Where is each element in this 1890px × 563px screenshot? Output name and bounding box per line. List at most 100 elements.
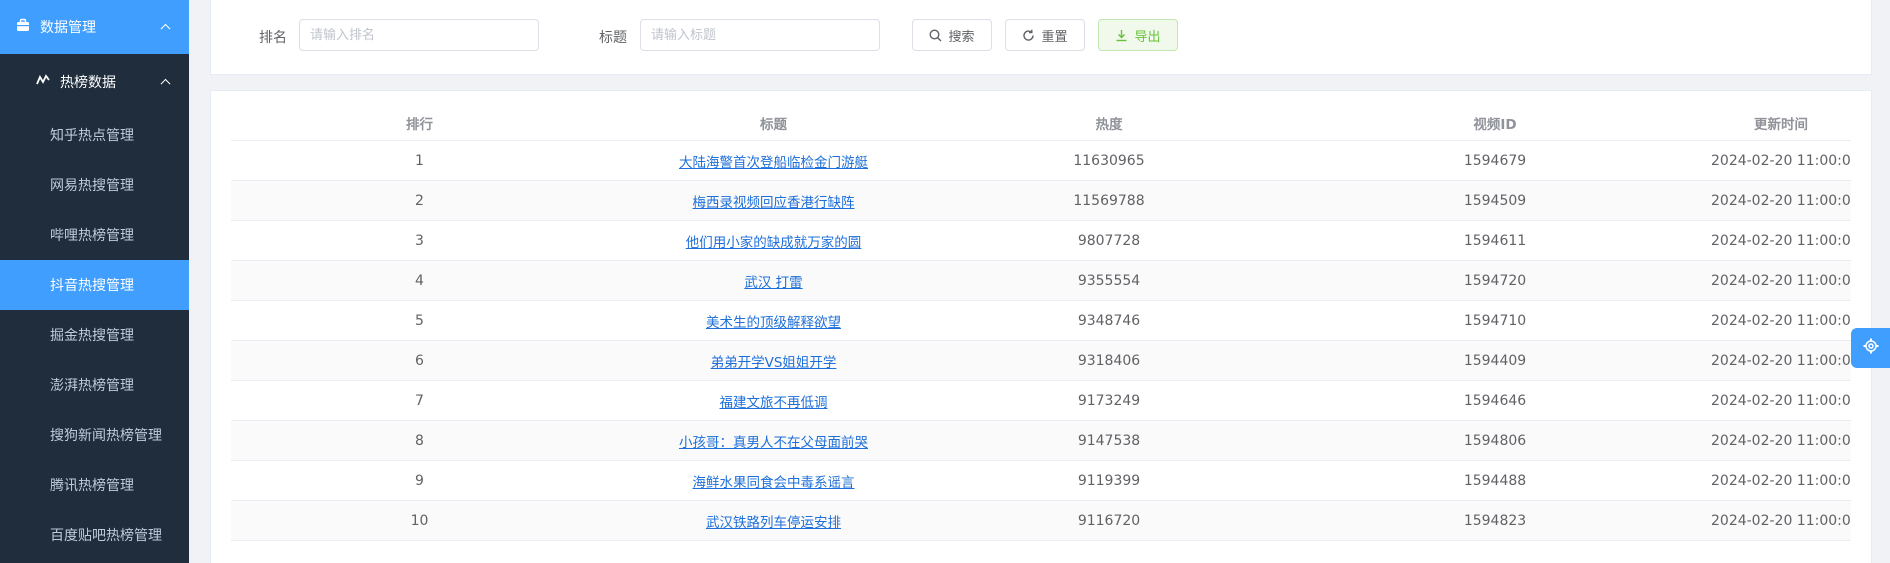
table-row: 6 弟弟开学VS姐姐开学 9318406 1594409 2024-02-20 11:0… [231, 341, 1851, 381]
cell-rank: 9 [415, 472, 424, 489]
data-table-card: 排行 标题 热度 视频ID 更新时间 1 大陆海警首次登船临检金门游艇 116309… [210, 90, 1872, 563]
sidebar-item[interactable]: 百度贴吧热榜管理 [0, 510, 189, 560]
title-link[interactable]: 小孩哥：真男人不在父母面前哭 [679, 435, 868, 451]
menu-data-management-label: 数据管理 [40, 20, 96, 36]
cell-update-time: 2024-02-20 11:00:01 [1711, 472, 1851, 489]
cell-rank: 8 [415, 432, 424, 449]
sidebar-item-label: 知乎热点管理 [50, 128, 134, 144]
cell-video-id: 1594823 [1463, 512, 1527, 529]
header-heat[interactable]: 热度 [939, 113, 1279, 133]
cell-video-id: 1594720 [1463, 272, 1527, 289]
sidebar-item[interactable]: 抖音热搜管理 [0, 260, 189, 310]
cell-video-id: 1594679 [1463, 152, 1527, 169]
table-row: 10 武汉铁路列车停运安排 9116720 1594823 2024-02-20 11:… [231, 501, 1851, 541]
table-row: 9 海鲜水果同食会中毒系谣言 9119399 1594488 2024-02-20 11… [231, 461, 1851, 501]
sidebar-item[interactable]: 腾讯热榜管理 [0, 460, 189, 510]
title-link[interactable]: 福建文旅不再低调 [720, 395, 828, 411]
gear-icon [1863, 338, 1879, 358]
sidebar-item-label: 抖音热搜管理 [50, 278, 134, 294]
cell-rank: 5 [415, 312, 424, 329]
cell-heat: 9147538 [1077, 432, 1141, 449]
submenu-hot-list[interactable]: 热榜数据 [0, 54, 189, 110]
cell-update-time: 2024-02-20 11:00:01 [1711, 432, 1851, 449]
cell-heat: 9807728 [1077, 232, 1141, 249]
search-form: 排名 标题 搜索 重置 导出 [210, 0, 1872, 75]
sidebar-item[interactable]: 知乎热点管理 [0, 110, 189, 160]
sidebar-item-label: 百度贴吧热榜管理 [50, 528, 162, 544]
header-video-id[interactable]: 视频ID [1279, 113, 1711, 133]
refresh-icon [1022, 29, 1035, 42]
cell-rank: 10 [410, 512, 429, 529]
cell-update-time: 2024-02-20 11:00:01 [1711, 392, 1851, 409]
cell-video-id: 1594806 [1463, 432, 1527, 449]
cell-heat: 11630965 [1073, 152, 1145, 169]
submenu-hot-list-label: 热榜数据 [60, 75, 116, 91]
cell-video-id: 1594509 [1463, 192, 1527, 209]
sidebar-item[interactable]: 掘金热搜管理 [0, 310, 189, 360]
sidebar-menu-list: 知乎热点管理 网易热搜管理 哔哩热榜管理 抖音热搜管理 掘金热搜管理 澎湃热榜管理搜狗新闻… [0, 110, 189, 560]
header-rank[interactable]: 排行 [231, 113, 608, 133]
title-link[interactable]: 梅西录视频回应香港行缺阵 [693, 195, 855, 211]
cell-video-id: 1594646 [1463, 392, 1527, 409]
cell-rank: 2 [415, 192, 424, 209]
sidebar-item[interactable]: 搜狗新闻热榜管理 [0, 410, 189, 460]
title-link[interactable]: 大陆海警首次登船临检金门游艇 [679, 155, 868, 171]
cell-title: 武汉铁路列车停运安排 [608, 511, 939, 531]
cell-title: 大陆海警首次登船临检金门游艇 [608, 151, 939, 171]
cell-heat: 11569788 [1073, 192, 1145, 209]
title-link[interactable]: 武汉铁路列车停运安排 [706, 515, 841, 531]
sidebar: 数据管理 热榜数据 知乎热点管理 网易热搜管理 哔哩热榜管理 抖音热搜管理 掘金热搜管理… [0, 0, 189, 563]
cell-video-id: 1594488 [1463, 472, 1527, 489]
title-link[interactable]: 他们用小家的缺成就万家的圆 [686, 235, 862, 251]
cell-title: 海鲜水果同食会中毒系谣言 [608, 471, 939, 491]
cell-heat: 9355554 [1077, 272, 1141, 289]
chart-icon [36, 74, 50, 90]
export-button[interactable]: 导出 [1098, 19, 1178, 51]
data-table: 排行 标题 热度 视频ID 更新时间 1 大陆海警首次登船临检金门游艇 116309… [231, 105, 1851, 541]
cell-update-time: 2024-02-20 11:00:01 [1711, 352, 1851, 369]
cell-video-id: 1594611 [1463, 232, 1527, 249]
download-icon [1115, 29, 1128, 42]
cell-heat: 9116720 [1077, 512, 1141, 529]
rank-input[interactable] [299, 19, 539, 51]
search-button-label: 搜索 [948, 29, 975, 45]
cell-rank: 6 [415, 352, 424, 369]
sidebar-item[interactable]: 网易热搜管理 [0, 160, 189, 210]
sidebar-item[interactable]: 澎湃热榜管理 [0, 360, 189, 410]
title-link[interactable]: 美术生的顶级解释欲望 [706, 315, 841, 331]
export-button-label: 导出 [1134, 29, 1161, 45]
chevron-up-icon [160, 78, 171, 89]
cell-title: 他们用小家的缺成就万家的圆 [608, 231, 939, 251]
table-body: 1 大陆海警首次登船临检金门游艇 11630965 1594679 2024-02-20… [231, 141, 1851, 541]
cell-title: 美术生的顶级解释欲望 [608, 311, 939, 331]
cell-title: 武汉 打雷 [608, 271, 939, 291]
table-row: 3 他们用小家的缺成就万家的圆 9807728 1594611 2024-02-20 1… [231, 221, 1851, 261]
header-title[interactable]: 标题 [608, 113, 939, 133]
rank-label: 排名 [259, 30, 287, 46]
search-button[interactable]: 搜索 [912, 19, 992, 51]
cell-update-time: 2024-02-20 11:00:01 [1711, 272, 1851, 289]
cell-rank: 7 [415, 392, 424, 409]
sidebar-item-label: 掘金热搜管理 [50, 328, 134, 344]
table-header: 排行 标题 热度 视频ID 更新时间 [231, 105, 1851, 141]
title-input[interactable] [640, 19, 880, 51]
header-update-time[interactable]: 更新时间 [1711, 113, 1851, 133]
sidebar-item-label: 腾讯热榜管理 [50, 478, 134, 494]
table-row: 8 小孩哥：真男人不在父母面前哭 9147538 1594806 2024-02-20 … [231, 421, 1851, 461]
settings-button[interactable] [1851, 328, 1890, 368]
menu-data-management[interactable]: 数据管理 [0, 0, 189, 54]
table-row: 5 美术生的顶级解释欲望 9348746 1594710 2024-02-20 11:0… [231, 301, 1851, 341]
sidebar-item-label: 澎湃热榜管理 [50, 378, 134, 394]
title-link[interactable]: 弟弟开学VS姐姐开学 [711, 355, 837, 371]
title-label: 标题 [599, 30, 627, 46]
reset-button-label: 重置 [1041, 29, 1068, 45]
title-link[interactable]: 武汉 打雷 [744, 275, 802, 291]
title-link[interactable]: 海鲜水果同食会中毒系谣言 [693, 475, 855, 491]
reset-button[interactable]: 重置 [1005, 19, 1085, 51]
cell-title: 弟弟开学VS姐姐开学 [608, 351, 939, 371]
sidebar-item-label: 哔哩热榜管理 [50, 228, 134, 244]
cell-update-time: 2024-02-20 11:00:01 [1711, 152, 1851, 169]
sidebar-item-label: 网易热搜管理 [50, 178, 134, 194]
table-row: 1 大陆海警首次登船临检金门游艇 11630965 1594679 2024-02-20… [231, 141, 1851, 181]
sidebar-item[interactable]: 哔哩热榜管理 [0, 210, 189, 260]
